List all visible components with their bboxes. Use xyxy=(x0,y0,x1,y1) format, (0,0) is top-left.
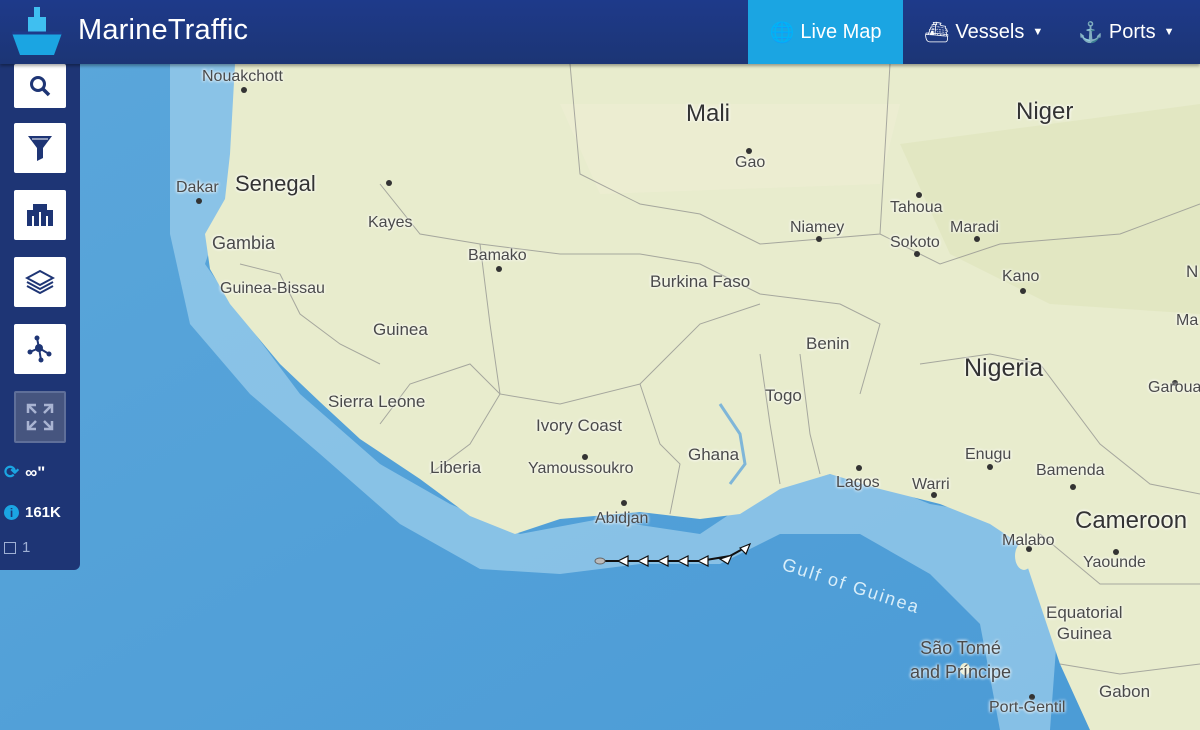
nav-ports-label: Ports xyxy=(1108,20,1156,43)
city-label-enugu: Enugu xyxy=(965,446,1012,463)
country-label-mali: Mali xyxy=(686,100,731,127)
city-dot xyxy=(987,464,993,470)
city-label-kayes: Kayes xyxy=(368,214,413,231)
filter-icon xyxy=(28,136,52,161)
city-dot xyxy=(196,198,202,204)
country-label-guinea-bissau: Guinea-Bissau xyxy=(220,280,325,297)
country-label-niger: Niger xyxy=(1016,98,1074,125)
city-label-yamoussoukro: Yamoussoukro xyxy=(528,460,634,477)
marinetraffic-logo-icon[interactable] xyxy=(8,3,66,61)
city-dot xyxy=(856,465,862,471)
city-label-dakar: Dakar xyxy=(176,179,219,196)
country-label-sao-tome: São Tomé and Príncipe xyxy=(910,638,1012,682)
refresh-status[interactable]: ⟳ ∞" xyxy=(4,462,45,483)
chevron-down-icon: ▼ xyxy=(1032,26,1044,38)
top-navigation-bar: MarineTraffic 🌐 Live Map ⛴ Vessels ▼ ⚓ P… xyxy=(0,0,1200,64)
city-dot xyxy=(386,180,392,186)
country-label-togo: Togo xyxy=(765,386,802,405)
vessel-count: i 161K xyxy=(4,504,61,521)
city-dot xyxy=(241,87,247,93)
fullscreen-icon xyxy=(26,403,54,431)
city-label-nouakchott: Nouakchott xyxy=(202,68,283,85)
selected-count[interactable]: 1 xyxy=(4,539,30,556)
layers-icon xyxy=(25,269,55,295)
city-dot xyxy=(496,266,502,272)
country-label-sierra-leone: Sierra Leone xyxy=(328,392,426,411)
brand-name[interactable]: MarineTraffic xyxy=(78,14,248,47)
country-label-gambia: Gambia xyxy=(212,233,276,253)
country-label-benin: Benin xyxy=(806,334,850,353)
country-label-edge-n: N xyxy=(1186,262,1199,281)
city-dot xyxy=(621,500,627,506)
checkbox-icon xyxy=(4,541,16,554)
city-label-kano: Kano xyxy=(1002,268,1040,285)
country-label-ghana: Ghana xyxy=(688,445,740,464)
city-dot xyxy=(1070,484,1076,490)
city-label-maradi: Maradi xyxy=(950,219,999,236)
nav-vessels-menu[interactable]: ⛴ Vessels ▼ xyxy=(924,0,1043,64)
city-label-bamako: Bamako xyxy=(468,247,527,264)
nav-live-map[interactable]: 🌐 Live Map xyxy=(748,0,903,64)
country-label-ivory-coast: Ivory Coast xyxy=(536,416,622,435)
city-label-lagos: Lagos xyxy=(836,474,880,491)
filter-button[interactable] xyxy=(14,123,66,173)
country-label-liberia: Liberia xyxy=(430,458,482,477)
vessel-count-value: 161K xyxy=(25,504,61,521)
nav-live-map-label: Live Map xyxy=(800,20,882,43)
refresh-label: ∞" xyxy=(25,462,46,482)
map-canvas xyxy=(0,64,1200,730)
selected-count-value: 1 xyxy=(22,539,31,556)
city-label-port-gentil: Port-Gentil xyxy=(989,699,1066,716)
live-map[interactable]: Nouakchott Dakar Kayes Bamako Gao Niamey… xyxy=(0,64,1200,730)
city-dot xyxy=(1020,288,1026,294)
gift-icon xyxy=(27,204,53,226)
map-tools-sidebar: ⟳ ∞" i 161K 1 xyxy=(0,64,80,570)
ship-icon: ⛴ xyxy=(924,21,950,44)
city-label-yaounde: Yaounde xyxy=(1083,554,1146,571)
country-label-burkina-faso: Burkina Faso xyxy=(650,272,751,291)
anchor-icon: ⚓ xyxy=(1078,21,1103,44)
info-icon: i xyxy=(4,505,19,520)
country-label-senegal: Senegal xyxy=(235,171,316,196)
city-dot xyxy=(916,192,922,198)
city-label-abidjan: Abidjan xyxy=(595,510,649,527)
globe-icon: 🌐 xyxy=(769,21,795,44)
refresh-icon: ⟳ xyxy=(4,462,20,482)
city-label-gao: Gao xyxy=(735,154,766,171)
country-label-equatorial-guinea: Equatorial Guinea xyxy=(1046,603,1123,643)
country-label-gabon: Gabon xyxy=(1099,682,1151,701)
search-button[interactable] xyxy=(14,64,66,108)
nav-ports-menu[interactable]: ⚓ Ports ▼ xyxy=(1078,0,1174,64)
network-button[interactable] xyxy=(14,324,66,374)
city-label-malabo: Malabo xyxy=(1002,532,1055,549)
country-label-cameroon: Cameroon xyxy=(1075,507,1188,534)
search-icon xyxy=(30,76,51,97)
layers-button[interactable] xyxy=(14,257,66,307)
city-label-warri: Warri xyxy=(912,476,950,493)
city-label-garoua: Garoua xyxy=(1148,379,1200,396)
chevron-down-icon: ▼ xyxy=(1163,26,1175,38)
city-label-bamenda: Bamenda xyxy=(1036,462,1105,479)
city-label-tahoua: Tahoua xyxy=(890,199,943,216)
city-label-sokoto: Sokoto xyxy=(890,234,940,251)
country-label-guinea: Guinea xyxy=(373,320,428,339)
fullscreen-button[interactable] xyxy=(14,391,66,443)
nav-vessels-label: Vessels xyxy=(955,20,1025,43)
country-label-nigeria: Nigeria xyxy=(964,354,1044,382)
network-icon xyxy=(27,335,52,363)
city-label-niamey: Niamey xyxy=(790,219,845,236)
country-label-edge-ma: Ma xyxy=(1176,312,1199,329)
fleets-button[interactable] xyxy=(14,190,66,240)
